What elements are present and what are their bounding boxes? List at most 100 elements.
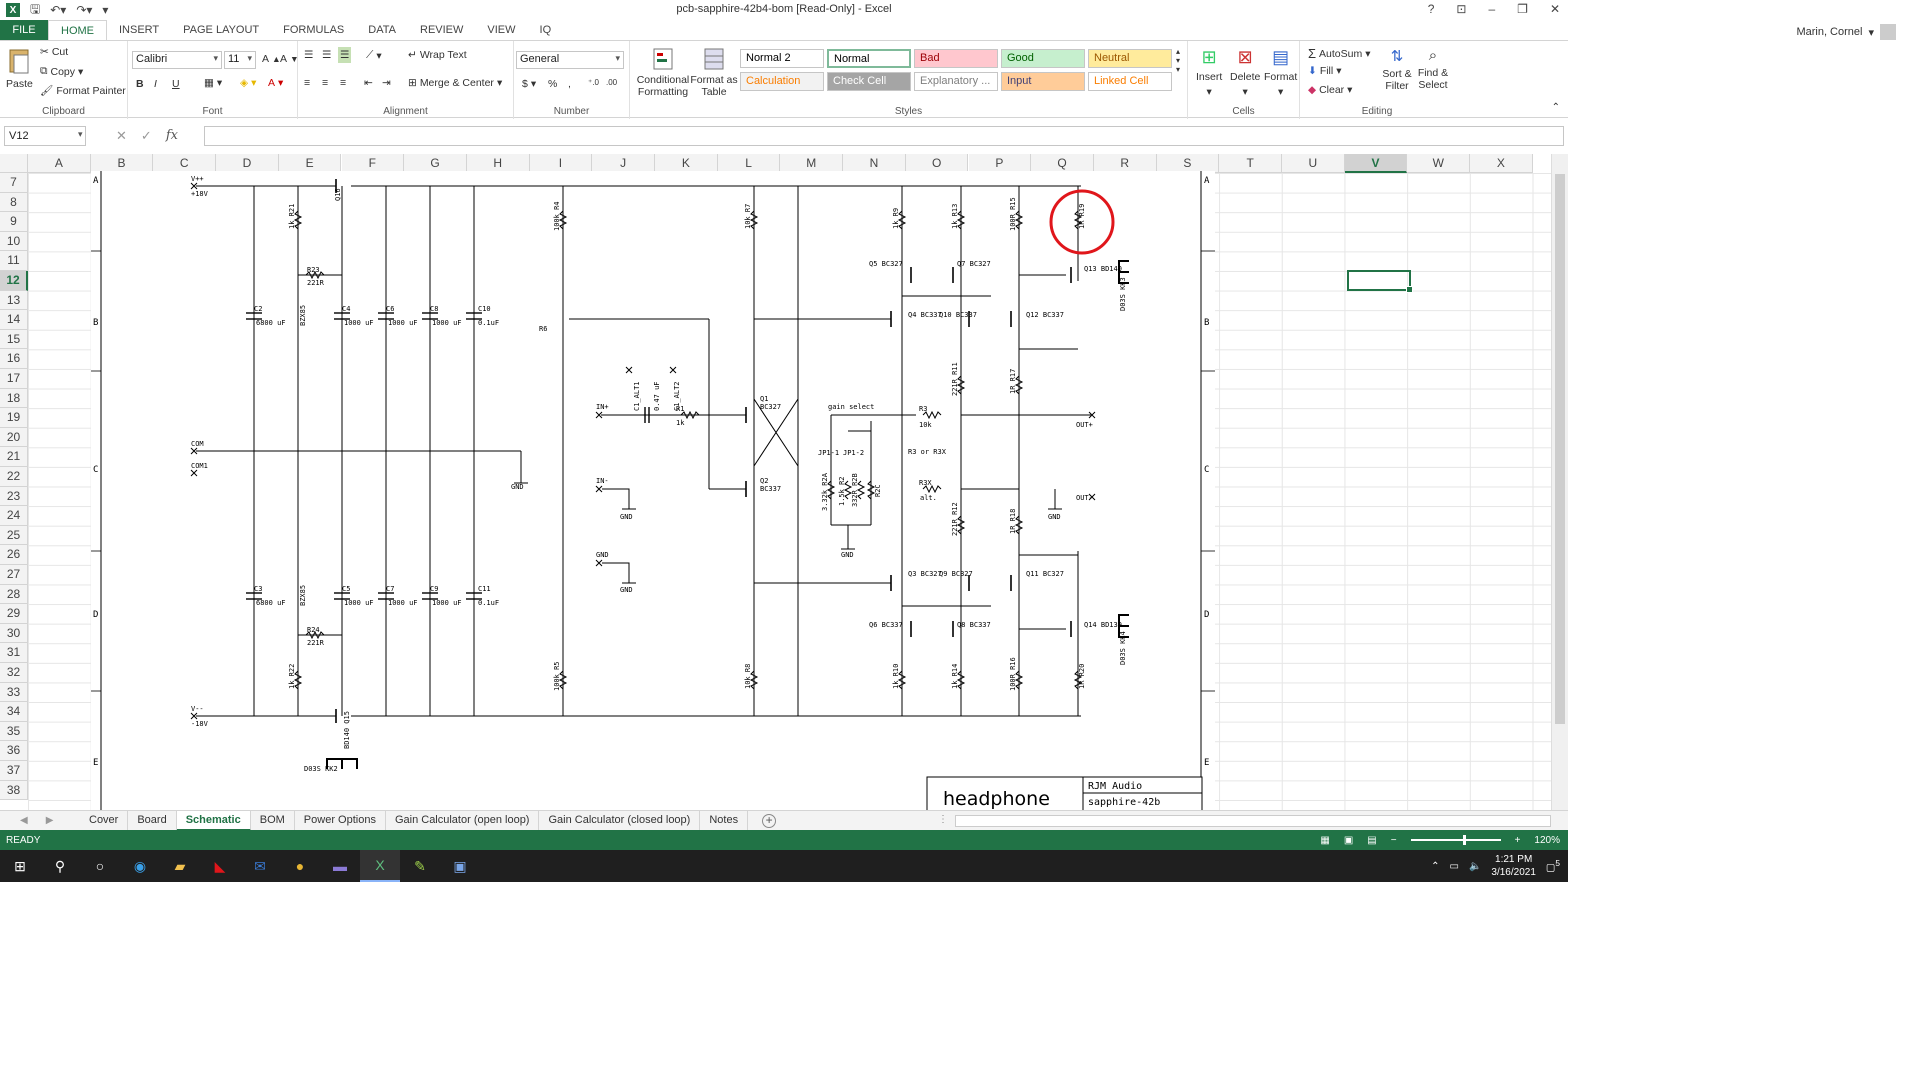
row-header-12[interactable]: 12 — [0, 271, 28, 291]
insert-function-button[interactable]: fx — [166, 128, 178, 144]
notepadpp-icon[interactable]: ✎ — [400, 850, 440, 882]
sheet-tab-bom[interactable]: BOM — [251, 810, 295, 831]
increase-decimal-button[interactable]: ⁺.0 — [588, 78, 599, 87]
sheet-tab-power-options[interactable]: Power Options — [295, 810, 386, 831]
percent-button[interactable]: % — [548, 78, 557, 90]
select-all-corner[interactable] — [0, 154, 28, 173]
sheet-tab-notes[interactable]: Notes — [700, 810, 749, 831]
cell-style-explanatory[interactable]: Explanatory ... — [914, 72, 998, 91]
row-header-36[interactable]: 36 — [0, 741, 28, 761]
decrease-decimal-button[interactable]: .00 — [606, 78, 617, 87]
name-box-dropdown-icon[interactable]: ▾ — [78, 129, 83, 140]
sheet-tab-board[interactable]: Board — [128, 810, 177, 831]
tray-chevron-icon[interactable]: ⌃ — [1431, 861, 1439, 872]
acrobat-icon[interactable]: ◣ — [200, 850, 240, 882]
redo-icon[interactable]: ↷▾ — [76, 3, 92, 17]
help-button[interactable]: ? — [1428, 2, 1435, 16]
cell-style-bad[interactable]: Bad — [914, 49, 998, 68]
tab-data[interactable]: DATA — [356, 20, 408, 40]
volume-icon[interactable]: 🔈 — [1469, 861, 1481, 872]
add-sheet-button[interactable]: + — [762, 813, 777, 828]
tab-formulas[interactable]: FORMULAS — [271, 20, 356, 40]
outlook-icon[interactable]: ✉ — [240, 850, 280, 882]
wrap-text-button[interactable]: ↵ Wrap Text — [408, 49, 467, 61]
find-select-button[interactable]: ⌕ Find & Select — [1416, 47, 1450, 91]
align-right-button[interactable]: ≡ — [340, 77, 346, 89]
selected-cell[interactable] — [1347, 270, 1413, 293]
fill-color-button[interactable]: ◈ ▾ — [240, 77, 256, 89]
row-header-18[interactable]: 18 — [0, 388, 28, 409]
row-header-13[interactable]: 13 — [0, 290, 28, 311]
row-header-16[interactable]: 16 — [0, 349, 28, 369]
font-size-select[interactable]: 11 — [224, 51, 256, 69]
row-header-30[interactable]: 30 — [0, 623, 28, 644]
column-header-t[interactable]: T — [1219, 154, 1282, 173]
column-header-u[interactable]: U — [1282, 154, 1345, 173]
row-header-9[interactable]: 9 — [0, 212, 28, 232]
row-header-32[interactable]: 32 — [0, 663, 28, 683]
clear-button[interactable]: ◆ Clear ▾ — [1308, 84, 1352, 96]
zoom-level[interactable]: 120% — [1534, 835, 1560, 846]
save-icon[interactable]: 🖫 — [30, 0, 40, 21]
zoom-in-button[interactable]: + — [1515, 835, 1521, 846]
cell-style-check-cell[interactable]: Check Cell — [827, 72, 911, 91]
align-center-button[interactable]: ≡ — [322, 77, 328, 89]
tab-iq[interactable]: IQ — [528, 20, 564, 40]
enter-formula-icon[interactable]: ✓ — [141, 128, 152, 144]
row-header-31[interactable]: 31 — [0, 643, 28, 663]
name-box[interactable]: V12 — [4, 126, 86, 146]
align-bottom-button[interactable]: ☰ — [338, 47, 352, 63]
cortana-icon[interactable]: ○ — [80, 850, 120, 882]
horizontal-scrollbar[interactable] — [955, 815, 1551, 827]
underline-button[interactable]: U — [172, 78, 180, 90]
search-icon[interactable]: ⚲ — [40, 850, 80, 882]
delete-button[interactable]: ⊠ Delete ▾ — [1230, 47, 1260, 98]
row-header-21[interactable]: 21 — [0, 447, 28, 467]
merge-center-button[interactable]: ⊞ Merge & Center ▾ — [408, 77, 502, 89]
excel-taskbar-icon[interactable]: X — [360, 850, 400, 882]
clock[interactable]: 1:21 PM 3/16/2021 — [1491, 853, 1536, 879]
row-header-24[interactable]: 24 — [0, 506, 28, 526]
cut-button[interactable]: ✂ Cut — [40, 46, 68, 58]
zoom-slider[interactable] — [1410, 835, 1501, 845]
restore-button[interactable]: ❐ — [1517, 2, 1528, 16]
format-button[interactable]: ▤ Format ▾ — [1264, 47, 1297, 98]
conditional-formatting-button[interactable]: Conditional Formatting — [634, 47, 692, 98]
page-layout-view-icon[interactable]: ▣ — [1344, 835, 1353, 846]
row-header-38[interactable]: 38 — [0, 780, 28, 801]
row-header-7[interactable]: 7 — [0, 173, 28, 193]
grow-font-button[interactable]: A ▲ — [262, 53, 281, 65]
edge-icon[interactable]: ◉ — [120, 850, 160, 882]
tab-file[interactable]: FILE — [0, 20, 48, 40]
column-header-a[interactable]: A — [28, 154, 91, 173]
align-left-button[interactable]: ≡ — [304, 77, 310, 89]
row-header-17[interactable]: 17 — [0, 369, 28, 389]
normal-view-icon[interactable]: ▦ — [1320, 835, 1329, 846]
prev-sheet-icon[interactable]: ◀ — [20, 815, 28, 826]
format-as-table-button[interactable]: Format as Table — [690, 47, 738, 98]
tab-split-handle[interactable]: ⋮ — [938, 814, 948, 825]
page-break-view-icon[interactable]: ▤ — [1367, 835, 1376, 846]
number-format-select[interactable]: General — [516, 51, 624, 69]
customize-qat-icon[interactable]: ▾ — [102, 3, 108, 17]
app-icon[interactable]: ▬ — [320, 850, 360, 882]
column-header-x[interactable]: X — [1470, 154, 1533, 173]
increase-indent-button[interactable]: ⇥ — [382, 77, 391, 89]
row-header-37[interactable]: 37 — [0, 761, 28, 781]
styles-gallery-scroll[interactable]: ▴ ▾ ▾ — [1176, 47, 1180, 74]
row-header-29[interactable]: 29 — [0, 604, 28, 624]
tab-insert[interactable]: INSERT — [107, 20, 171, 40]
sheet-tab-gain-calculator-closed-loop[interactable]: Gain Calculator (closed loop) — [539, 810, 701, 831]
insert-button[interactable]: ⊞ Insert ▾ — [1196, 47, 1222, 98]
row-header-25[interactable]: 25 — [0, 525, 28, 546]
font-name-select[interactable]: Calibri — [132, 51, 222, 69]
cell-style-neutral[interactable]: Neutral — [1088, 49, 1172, 68]
vertical-scroll-thumb[interactable] — [1555, 174, 1565, 724]
row-header-10[interactable]: 10 — [0, 231, 28, 252]
undo-icon[interactable]: ↶▾ — [50, 3, 66, 17]
cell-style-linked-cell[interactable]: Linked Cell — [1088, 72, 1172, 91]
sheet-tab-schematic[interactable]: Schematic — [176, 810, 251, 831]
cell-style-good[interactable]: Good — [1001, 49, 1085, 68]
row-header-19[interactable]: 19 — [0, 408, 28, 428]
align-top-button[interactable]: ☰ — [304, 49, 313, 61]
